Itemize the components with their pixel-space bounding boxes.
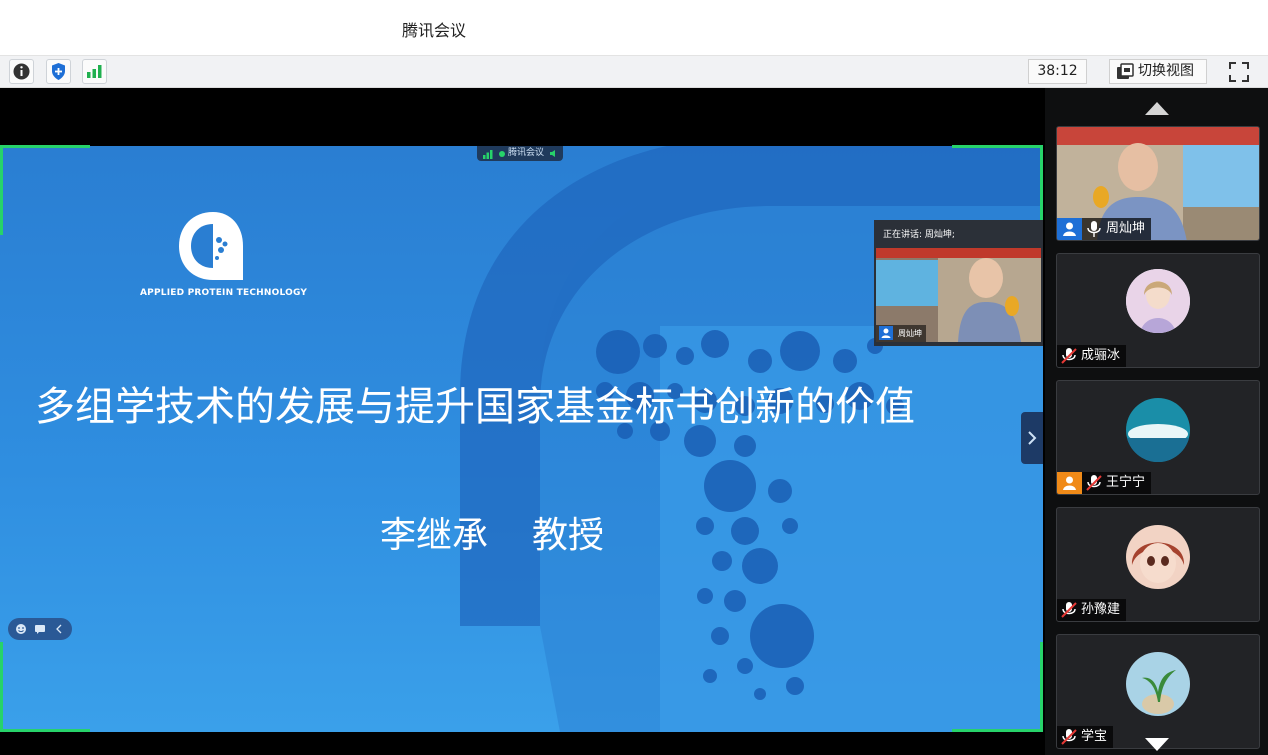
user-icon bbox=[1057, 472, 1082, 494]
host-user-icon bbox=[1057, 218, 1082, 240]
participant-tile[interactable]: 王宁宁 bbox=[1056, 380, 1260, 495]
participant-tile[interactable]: 孙豫建 bbox=[1056, 507, 1260, 622]
participant-name: 学宝 bbox=[1081, 729, 1108, 744]
participant-name-tag: 王宁宁 bbox=[1057, 472, 1152, 494]
participant-tile[interactable]: 成骊冰 bbox=[1056, 253, 1260, 368]
participant-name: 王宁宁 bbox=[1106, 475, 1146, 490]
emoji-icon bbox=[16, 624, 26, 634]
sharing-badge[interactable]: 腾讯会议 bbox=[477, 146, 563, 161]
chevron-right-icon bbox=[1028, 431, 1037, 445]
info-icon bbox=[13, 63, 30, 80]
participant-name-tag: 孙豫建 bbox=[1057, 599, 1127, 621]
shield-icon bbox=[52, 63, 65, 80]
security-button[interactable] bbox=[46, 59, 71, 84]
share-frame-corner bbox=[952, 145, 1043, 148]
sharing-badge-label: 腾讯会议 bbox=[508, 148, 545, 158]
participant-name: 孙豫建 bbox=[1081, 602, 1121, 617]
participant-name: 成骊冰 bbox=[1081, 348, 1121, 363]
share-frame-corner bbox=[0, 145, 3, 235]
avatar bbox=[1126, 269, 1190, 333]
info-button[interactable] bbox=[9, 59, 34, 84]
share-frame-corner bbox=[1040, 642, 1043, 732]
chat-icon bbox=[35, 625, 45, 634]
microphone-muted-icon bbox=[1057, 726, 1081, 748]
share-frame-corner bbox=[952, 729, 1043, 732]
share-frame-corner bbox=[0, 145, 90, 148]
slide-presenter: 李继承 教授 bbox=[380, 506, 604, 558]
microphone-muted-icon bbox=[1082, 472, 1106, 494]
company-logo bbox=[179, 212, 243, 280]
speaker-name: 周灿坤 bbox=[898, 329, 922, 338]
presenter-title: 教授 bbox=[532, 515, 605, 556]
participant-name-tag: 周灿坤 bbox=[1057, 218, 1152, 240]
participant-name-tag: 学宝 bbox=[1057, 726, 1114, 748]
microphone-muted-icon bbox=[1057, 345, 1081, 367]
chevron-left-icon bbox=[56, 624, 62, 634]
avatar bbox=[1126, 652, 1190, 716]
participant-tile[interactable]: 周灿坤 bbox=[1056, 126, 1260, 241]
active-speaker-window[interactable]: 正在讲话: 周灿坤; 周灿坤 bbox=[874, 220, 1043, 346]
participant-tile[interactable]: 学宝 bbox=[1056, 634, 1260, 749]
avatar bbox=[1126, 398, 1190, 462]
microphone-muted-icon bbox=[1057, 599, 1081, 621]
share-frame-corner bbox=[0, 729, 90, 732]
participant-name: 周灿坤 bbox=[1106, 221, 1146, 236]
network-status-button[interactable] bbox=[82, 59, 107, 84]
scroll-down-arrow-icon[interactable] bbox=[1145, 738, 1169, 751]
title-bar: 腾讯会议 bbox=[0, 0, 1268, 55]
signal-icon bbox=[87, 65, 102, 78]
share-frame-corner bbox=[0, 642, 3, 732]
meeting-timer: 38:12 bbox=[1028, 59, 1087, 84]
fullscreen-icon bbox=[1229, 62, 1249, 82]
speaker-name-tag: 周灿坤 bbox=[876, 325, 926, 342]
expand-panel-button[interactable] bbox=[1021, 412, 1043, 464]
switch-view-label: 切换视图 bbox=[1138, 63, 1194, 79]
scroll-up-arrow-icon[interactable] bbox=[1145, 102, 1169, 115]
participant-name-tag: 成骊冰 bbox=[1057, 345, 1127, 367]
presenter-name: 李继承 bbox=[380, 515, 489, 556]
meeting-toolbar: 38:12 切换视图 bbox=[0, 55, 1268, 88]
annotation-toolbar[interactable] bbox=[8, 618, 72, 640]
microphone-icon bbox=[1082, 218, 1106, 240]
fullscreen-button[interactable] bbox=[1228, 61, 1250, 83]
speaker-caption: 正在讲话: 周灿坤; bbox=[883, 230, 955, 240]
switch-view-icon bbox=[1117, 63, 1134, 79]
logo-text: APPLIED PROTEIN TECHNOLOGY bbox=[140, 288, 308, 298]
speaker-icon bbox=[550, 150, 555, 157]
recording-dot-icon bbox=[499, 151, 505, 157]
window-title: 腾讯会议 bbox=[402, 21, 467, 40]
share-frame-corner bbox=[1040, 145, 1043, 220]
signal-icon bbox=[483, 150, 493, 159]
slide-title: 多组学技术的发展与提升国家基金标书创新的价值 bbox=[35, 384, 915, 430]
user-icon bbox=[879, 326, 893, 340]
avatar bbox=[1126, 525, 1190, 589]
switch-view-button[interactable]: 切换视图 bbox=[1109, 59, 1207, 84]
